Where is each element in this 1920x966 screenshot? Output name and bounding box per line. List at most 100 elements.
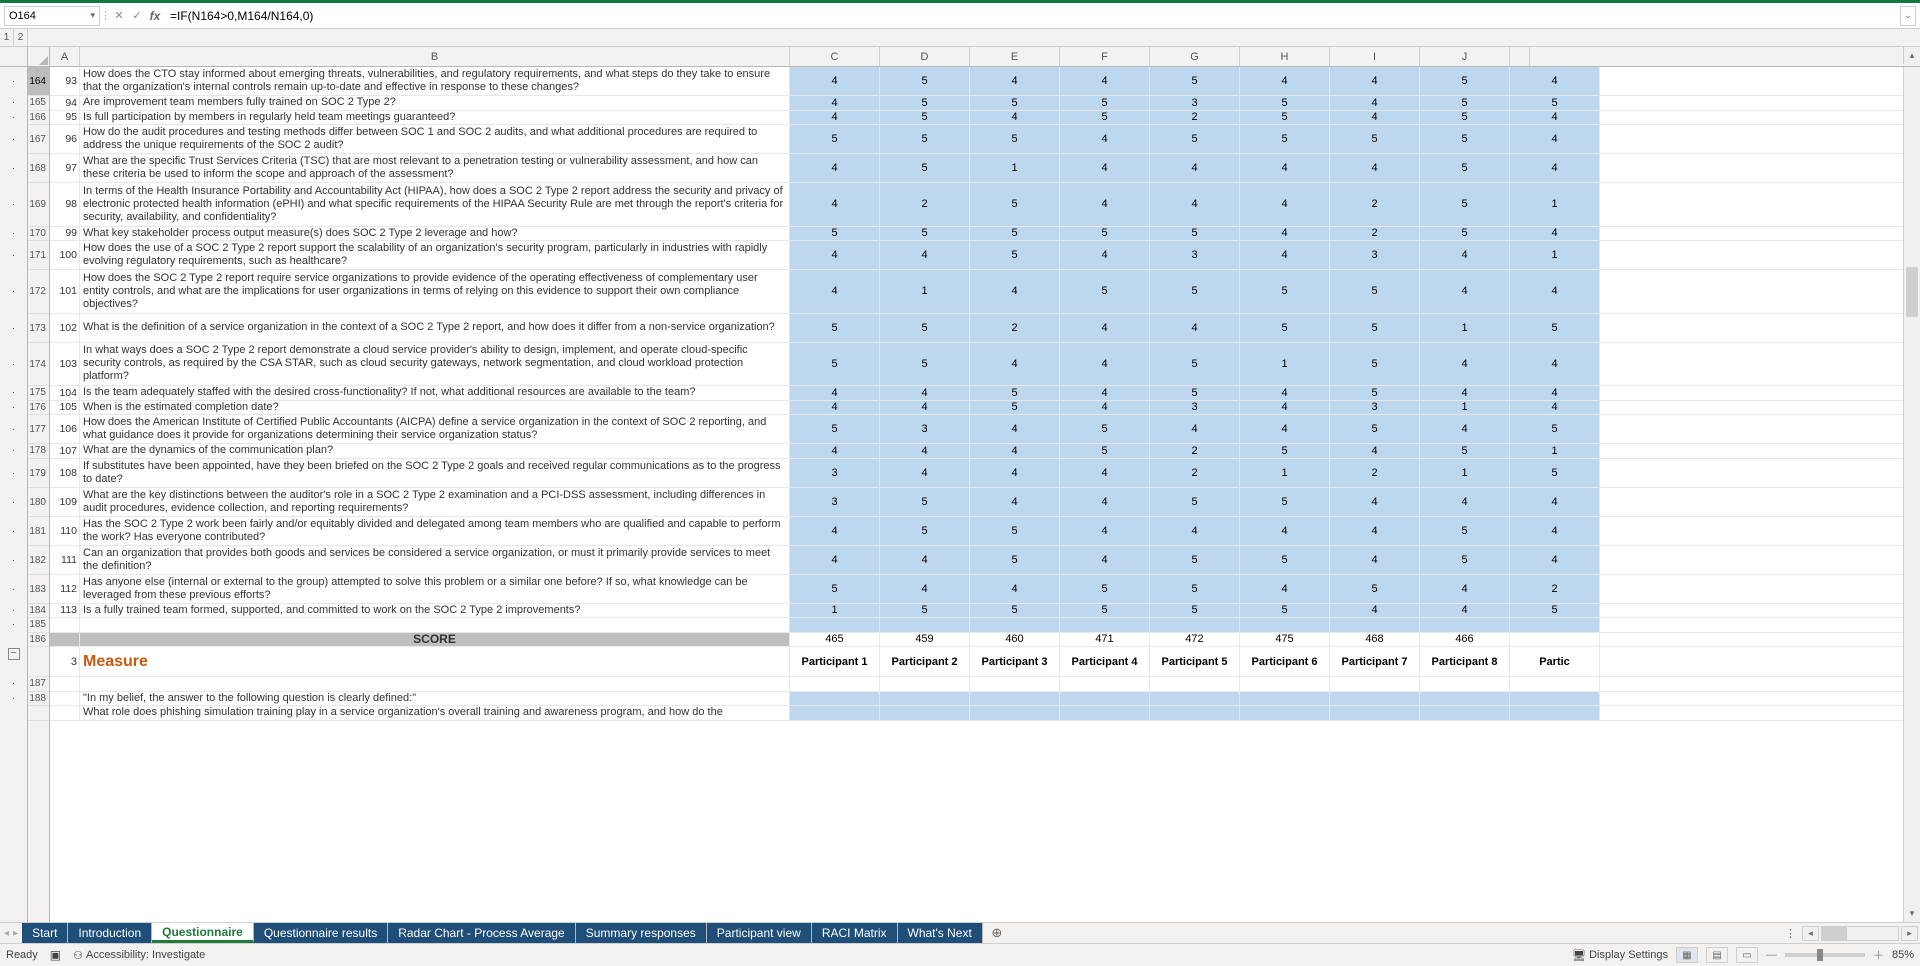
participant-header[interactable]: Participant 6: [1240, 647, 1330, 676]
cell-value[interactable]: 4: [1060, 241, 1150, 269]
cell-value[interactable]: 5: [1150, 488, 1240, 516]
row-header[interactable]: 173: [28, 314, 49, 343]
row-header[interactable]: 169: [28, 183, 49, 227]
cell-value[interactable]: 4: [1240, 386, 1330, 400]
cell-value[interactable]: 5: [880, 517, 970, 545]
cell-value[interactable]: 4: [1060, 154, 1150, 182]
cell[interactable]: [880, 692, 970, 706]
cell-value[interactable]: 4: [1060, 314, 1150, 342]
cell-question[interactable]: What key stakeholder process output meas…: [80, 227, 790, 241]
cell[interactable]: [970, 677, 1060, 691]
macro-record-icon[interactable]: ▣: [50, 948, 61, 962]
view-normal-button[interactable]: ▦: [1676, 947, 1698, 963]
col-header-C[interactable]: C: [790, 47, 880, 66]
cell-value[interactable]: 5: [790, 575, 880, 603]
formula-input[interactable]: =IF(N164>0,M164/N164,0): [164, 9, 1900, 23]
cell-value[interactable]: 4: [970, 343, 1060, 386]
cell[interactable]: [1150, 692, 1240, 706]
cell-value[interactable]: 4: [1240, 241, 1330, 269]
cell-question[interactable]: Has anyone else (internal or external to…: [80, 575, 790, 603]
cell-value[interactable]: 5: [1420, 444, 1510, 458]
cell-value[interactable]: 4: [790, 183, 880, 226]
cell[interactable]: [1330, 618, 1420, 632]
cell-value[interactable]: 1: [1240, 459, 1330, 487]
cell[interactable]: [1060, 677, 1150, 691]
zoom-level[interactable]: 85%: [1892, 949, 1914, 961]
cell-value[interactable]: 4: [790, 517, 880, 545]
cell-value[interactable]: 4: [1240, 575, 1330, 603]
view-page-layout-button[interactable]: ▤: [1706, 947, 1728, 963]
cell-value[interactable]: 4: [1240, 415, 1330, 443]
cell-value[interactable]: 4: [790, 401, 880, 415]
cell-value[interactable]: 4: [1060, 343, 1150, 386]
cell-question[interactable]: Is the team adequately staffed with the …: [80, 386, 790, 400]
cell-value[interactable]: 4: [1420, 575, 1510, 603]
cell-value[interactable]: 4: [1510, 488, 1600, 516]
cell-question[interactable]: How does the CTO stay informed about eme…: [80, 67, 790, 95]
cell-value[interactable]: 5: [1060, 270, 1150, 313]
cell-value[interactable]: 4: [1510, 67, 1600, 95]
sheet-tab[interactable]: Participant view: [707, 923, 812, 943]
cell-value[interactable]: 2: [970, 314, 1060, 342]
outline-dot[interactable]: ·: [0, 517, 27, 546]
cell-value[interactable]: 4: [880, 575, 970, 603]
cell-value[interactable]: 4: [1150, 517, 1240, 545]
cell[interactable]: [1150, 706, 1240, 720]
cell-value[interactable]: 4: [1060, 546, 1150, 574]
outline-dot[interactable]: ·: [0, 111, 27, 126]
sheet-tab[interactable]: Radar Chart - Process Average: [388, 923, 576, 943]
cell-value[interactable]: 5: [1150, 575, 1240, 603]
row-header[interactable]: 171: [28, 241, 49, 270]
zoom-in-button[interactable]: ＋: [1873, 947, 1884, 963]
col-header-B[interactable]: B: [80, 47, 790, 66]
row-header[interactable]: 186: [28, 633, 49, 648]
cell-value[interactable]: 5: [1510, 459, 1600, 487]
cell-value[interactable]: 3: [1330, 241, 1420, 269]
row-header[interactable]: 166: [28, 111, 49, 126]
cell-value[interactable]: 5: [790, 343, 880, 386]
cell-value[interactable]: 4: [1330, 517, 1420, 545]
cell-value[interactable]: 5: [790, 415, 880, 443]
cell[interactable]: [1330, 677, 1420, 691]
cell-value[interactable]: 5: [1150, 343, 1240, 386]
cell[interactable]: [50, 618, 80, 632]
cell-value[interactable]: 5: [1240, 488, 1330, 516]
row-header[interactable]: 164: [28, 67, 49, 96]
cell-value[interactable]: 1: [1510, 444, 1600, 458]
cell-value[interactable]: 4: [1510, 517, 1600, 545]
cell-question[interactable]: How do the audit procedures and testing …: [80, 125, 790, 153]
cell-value[interactable]: 5: [880, 604, 970, 618]
cell-value[interactable]: 4: [1510, 154, 1600, 182]
cell-value[interactable]: 5: [1420, 154, 1510, 182]
cell-index[interactable]: 101: [50, 270, 80, 313]
cell-value[interactable]: 4: [1510, 111, 1600, 125]
cell[interactable]: [1510, 677, 1600, 691]
display-settings-button[interactable]: 🖥 Display Settings: [1572, 949, 1668, 962]
cell-value[interactable]: 4: [880, 546, 970, 574]
outline-dot[interactable]: [0, 706, 27, 721]
row-header[interactable]: [28, 647, 49, 677]
cell-value[interactable]: 4: [970, 459, 1060, 487]
sheet-tab[interactable]: Summary responses: [576, 923, 707, 943]
row-header[interactable]: 170: [28, 227, 49, 242]
cell-index[interactable]: 106: [50, 415, 80, 443]
cell-index[interactable]: 94: [50, 96, 80, 110]
cell-value[interactable]: 5: [1060, 415, 1150, 443]
cell-value[interactable]: 5: [970, 517, 1060, 545]
cell[interactable]: [50, 706, 80, 720]
score-value[interactable]: 472: [1150, 633, 1240, 647]
cell-value[interactable]: 4: [970, 444, 1060, 458]
fx-icon[interactable]: fx: [146, 7, 164, 25]
cell-value[interactable]: 3: [1330, 401, 1420, 415]
cell[interactable]: [1060, 618, 1150, 632]
col-header-J[interactable]: J: [1420, 47, 1510, 66]
row-header[interactable]: 187: [28, 677, 49, 692]
cell-value[interactable]: 5: [970, 125, 1060, 153]
cancel-icon[interactable]: ✕: [110, 7, 128, 25]
cell-index[interactable]: 108: [50, 459, 80, 487]
cell-value[interactable]: 2: [1150, 444, 1240, 458]
cell-value[interactable]: 4: [790, 67, 880, 95]
outline-dot[interactable]: ·: [0, 154, 27, 183]
outline-dot[interactable]: ·: [0, 415, 27, 444]
cell-value[interactable]: 4: [1420, 488, 1510, 516]
